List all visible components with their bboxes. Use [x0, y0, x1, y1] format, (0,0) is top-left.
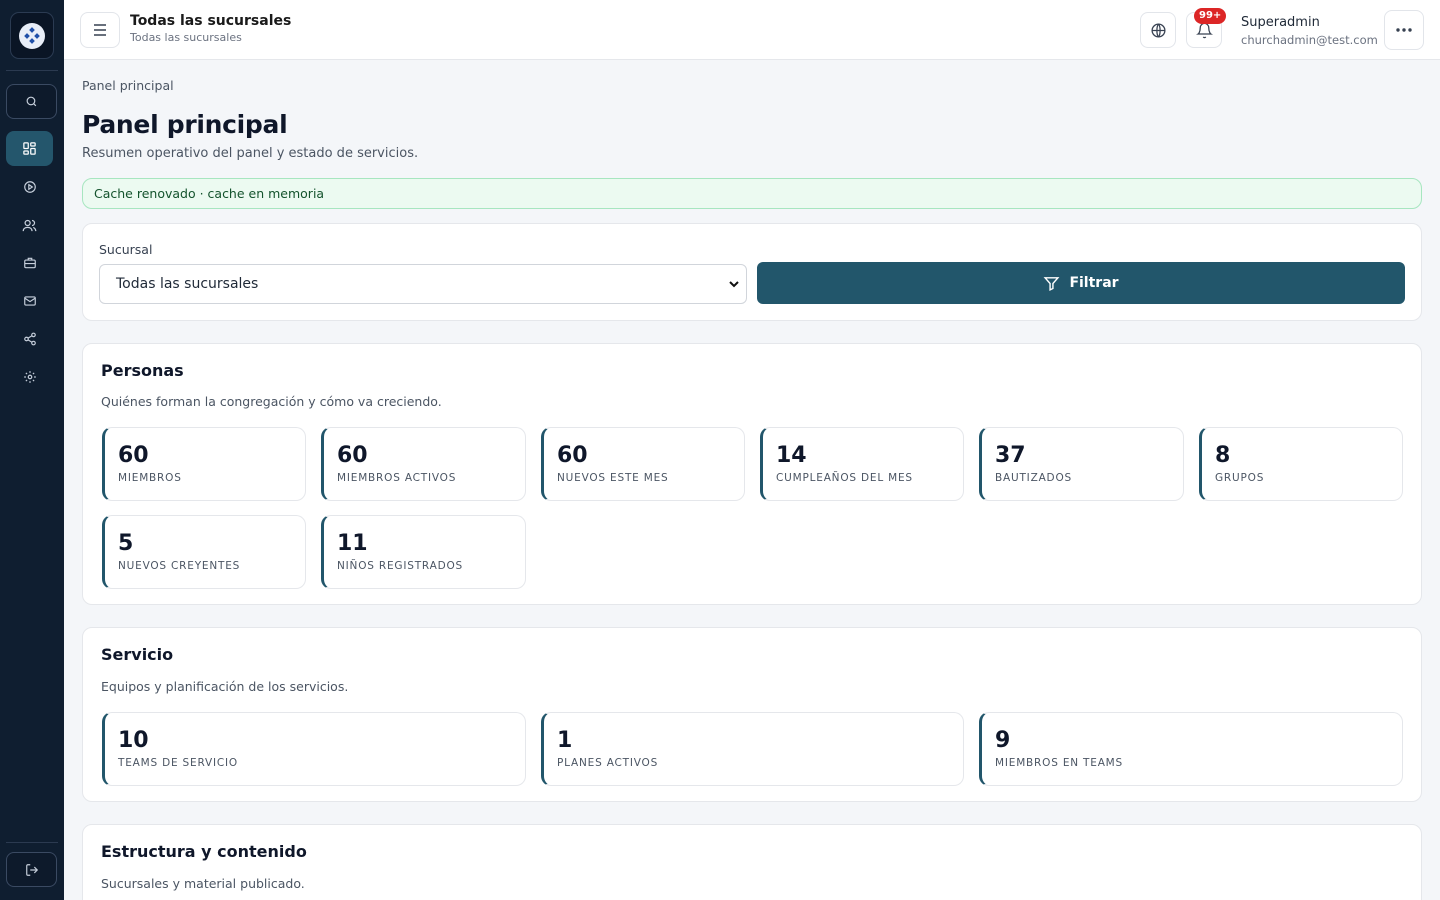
cache-alert: Cache renovado · cache en memoria	[82, 178, 1422, 209]
sidebar-item-settings[interactable]	[6, 359, 53, 395]
stat-label: Bautizados	[995, 472, 1072, 484]
stat-card-teams-de-servicio[interactable]: 10 Teams de servicio	[102, 712, 526, 786]
stat-card-miembros-activos[interactable]: 60 Miembros activos	[321, 427, 526, 501]
branch-label: Sucursal	[99, 242, 153, 257]
stat-card-miembros[interactable]: 60 Miembros	[102, 427, 306, 501]
stat-label: Cumpleaños del mes	[776, 472, 913, 484]
branch-select[interactable]: Todas las sucursales	[99, 264, 747, 304]
globe-icon	[1150, 22, 1166, 38]
stat-label: Teams de servicio	[118, 757, 238, 769]
language-button[interactable]	[1140, 12, 1176, 48]
sidebar-divider	[6, 70, 58, 71]
sidebar-item-messages[interactable]	[6, 283, 53, 319]
stat-label: Miembros activos	[337, 472, 457, 484]
header-title: Todas las sucursales	[130, 13, 292, 29]
section-title: Personas	[101, 361, 184, 380]
section-title: Estructura y contenido	[101, 842, 307, 861]
section-subtitle: Sucursales y material publicado.	[101, 876, 305, 891]
notification-badge: 99+	[1194, 8, 1227, 24]
stat-value: 14	[776, 443, 807, 468]
more-horizontal-icon	[1396, 28, 1412, 32]
servicio-section: Servicio Equipos y planificación de los …	[82, 627, 1422, 802]
sidebar	[0, 0, 64, 900]
stat-label: Miembros	[118, 472, 182, 484]
filter-icon	[1044, 276, 1060, 291]
estructura-section: Estructura y contenido Sucursales y mate…	[82, 824, 1422, 900]
hamburger-icon	[94, 24, 106, 36]
user-email: churchadmin@test.com	[1241, 33, 1378, 47]
stat-card-nuevos-creyentes[interactable]: 5 Nuevos creyentes	[102, 515, 306, 589]
stat-label: Nuevos creyentes	[118, 560, 241, 572]
filter-card: Sucursal Todas las sucursales Filtrar	[82, 223, 1422, 321]
stat-card-planes-activos[interactable]: 1 Planes activos	[541, 712, 964, 786]
sidebar-item-services[interactable]	[6, 169, 53, 205]
page-title: Panel principal	[82, 110, 288, 139]
stat-card-grupos[interactable]: 8 Grupos	[1199, 427, 1403, 501]
sidebar-item-resources[interactable]	[6, 245, 53, 281]
share-icon	[23, 332, 36, 346]
stat-value: 9	[995, 728, 1011, 753]
section-title: Servicio	[101, 645, 174, 664]
app-logo[interactable]	[10, 12, 54, 59]
mail-icon	[23, 296, 36, 306]
stat-value: 37	[995, 443, 1026, 468]
sidebar-item-share[interactable]	[6, 321, 53, 357]
chevron-down-icon	[729, 281, 739, 288]
sidebar-search-button[interactable]	[6, 84, 57, 119]
sidebar-divider	[6, 842, 58, 843]
play-circle-icon	[23, 181, 36, 193]
personas-section: Personas Quiénes forman la congregación …	[82, 343, 1422, 605]
alert-text: Cache renovado · cache en memoria	[94, 186, 325, 201]
briefcase-icon	[23, 257, 36, 269]
stat-value: 60	[337, 443, 368, 468]
stat-value: 60	[557, 443, 588, 468]
dashboard-icon	[23, 142, 36, 155]
logout-button[interactable]	[6, 852, 57, 887]
section-subtitle: Quiénes forman la congregación y cómo va…	[101, 394, 442, 409]
sidebar-item-dashboard[interactable]	[6, 131, 53, 166]
bell-icon	[1195, 22, 1213, 38]
stat-label: Miembros en teams	[995, 757, 1123, 769]
user-name: Superadmin	[1241, 15, 1320, 30]
search-icon	[26, 96, 37, 107]
page-subtitle: Resumen operativo del panel y estado de …	[82, 146, 419, 161]
stat-card-nuevos-este-mes[interactable]: 60 Nuevos este mes	[541, 427, 745, 501]
stat-card-miembros-en-teams[interactable]: 9 Miembros en teams	[979, 712, 1403, 786]
logo-icon	[19, 22, 45, 49]
stat-card-ninos-registrados[interactable]: 11 Niños registrados	[321, 515, 526, 589]
breadcrumb[interactable]: Panel principal	[82, 78, 174, 93]
top-header: Todas las sucursales Todas las sucursale…	[64, 0, 1440, 60]
logout-icon	[25, 863, 38, 876]
stat-label: Grupos	[1215, 472, 1265, 484]
settings-icon	[23, 371, 36, 383]
stat-value: 60	[118, 443, 149, 468]
stat-card-cumpleanos[interactable]: 14 Cumpleaños del mes	[760, 427, 964, 501]
header-subtitle: Todas las sucursales	[130, 31, 242, 44]
sidebar-item-people[interactable]	[6, 207, 53, 243]
section-subtitle: Equipos y planificación de los servicios…	[101, 679, 349, 694]
stat-value: 8	[1215, 443, 1231, 468]
stat-value: 10	[118, 728, 149, 753]
users-icon	[22, 219, 37, 231]
stat-value: 5	[118, 531, 134, 556]
stat-card-bautizados[interactable]: 37 Bautizados	[979, 427, 1184, 501]
menu-toggle-button[interactable]	[80, 12, 120, 48]
branch-select-value: Todas las sucursales	[116, 276, 259, 292]
filter-button[interactable]: Filtrar	[757, 262, 1405, 304]
stat-label: Planes activos	[557, 757, 659, 769]
more-options-button[interactable]	[1384, 10, 1424, 50]
filter-button-label: Filtrar	[1069, 275, 1119, 291]
stat-label: Niños registrados	[337, 560, 463, 572]
stat-value: 11	[337, 531, 368, 556]
stat-value: 1	[557, 728, 573, 753]
stat-label: Nuevos este mes	[557, 472, 669, 484]
